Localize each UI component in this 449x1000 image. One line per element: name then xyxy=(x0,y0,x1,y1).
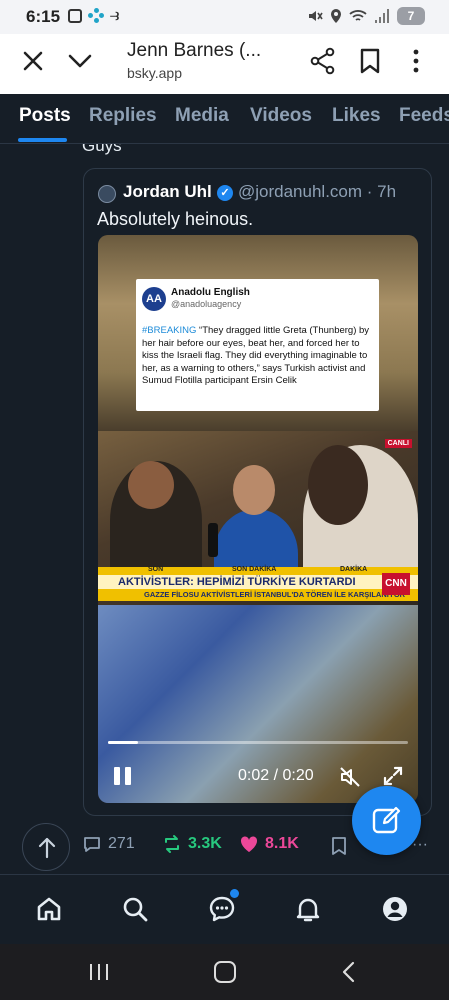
status-bar: 6:15 ⥽ 7 xyxy=(0,0,449,34)
share-icon[interactable] xyxy=(310,47,336,75)
news-broadcast-frame: CANLI SON SON DAKİKA DAKİKA AKTİVİSTLER:… xyxy=(98,431,418,605)
mute-status-icon xyxy=(309,11,323,21)
signal-icon xyxy=(375,9,389,23)
tab-likes[interactable]: Likes xyxy=(332,105,381,127)
wifi-icon xyxy=(349,10,367,21)
status-time: 6:15 xyxy=(26,7,61,26)
home-button-icon[interactable] xyxy=(214,961,236,983)
embedded-tweet-hashtag: #BREAKING xyxy=(142,325,197,336)
reply-button[interactable]: 271 xyxy=(82,834,135,854)
repost-button[interactable]: 3.3K xyxy=(162,834,222,854)
like-count: 8.1K xyxy=(265,835,299,852)
notifications-bell-icon[interactable] xyxy=(294,895,322,923)
news-subline: GAZZE FİLOSU AKTİVİSTLERİ İSTANBUL'DA TÖ… xyxy=(98,589,418,601)
link-notification-icon: ⥽ xyxy=(110,7,120,24)
quoted-post-text: Absolutely heinous. xyxy=(97,209,254,229)
bookmark-icon[interactable] xyxy=(358,47,382,75)
verified-badge-icon: ✓ xyxy=(217,185,233,201)
reply-icon xyxy=(84,837,100,852)
search-icon[interactable] xyxy=(121,895,149,923)
embedded-tweet-text: #BREAKING “They dragged little Greta (Th… xyxy=(142,325,378,388)
post-feed: Guys Jordan Uhl ✓ @jordanuhl.com · 7h Ab… xyxy=(0,144,449,874)
status-system-icons: 7 xyxy=(307,7,425,25)
scroll-to-top-button[interactable] xyxy=(22,823,70,871)
page-url: bsky.app xyxy=(127,65,182,81)
reply-count: 271 xyxy=(108,835,135,852)
back-icon[interactable] xyxy=(340,960,358,984)
quoted-post[interactable]: Jordan Uhl ✓ @jordanuhl.com · 7h Absolut… xyxy=(83,168,432,816)
arrow-up-icon xyxy=(38,837,56,859)
bottom-navigation xyxy=(0,874,449,944)
tab-replies[interactable]: Replies xyxy=(89,105,157,127)
active-tab-indicator xyxy=(18,138,67,142)
news-strip: SON SON DAKİKA DAKİKA xyxy=(98,566,418,575)
location-icon xyxy=(331,9,341,23)
post-text: Guys xyxy=(82,144,122,155)
repost-icon xyxy=(165,835,179,853)
android-navigation-bar xyxy=(0,944,449,1000)
profile-icon[interactable] xyxy=(381,895,409,923)
battery-icon: 7 xyxy=(397,7,425,25)
person-head xyxy=(128,461,174,509)
bluesky-notification-icon xyxy=(88,8,104,24)
tab-media[interactable]: Media xyxy=(175,105,229,127)
mute-icon[interactable] xyxy=(338,765,362,789)
video-player[interactable]: AA Anadolu English @anadoluagency #BREAK… xyxy=(98,235,418,803)
compose-icon xyxy=(372,806,401,834)
news-strip-label: DAKİKA xyxy=(340,566,368,573)
embedded-tweet-screenshot: AA Anadolu English @anadoluagency #BREAK… xyxy=(136,279,379,411)
video-frame-top: AA Anadolu English @anadoluagency #BREAK… xyxy=(98,235,418,431)
messages-unread-badge xyxy=(230,889,239,898)
embedded-tweet-handle: @anadoluagency xyxy=(171,299,242,309)
embedded-tweet-name: Anadolu English xyxy=(171,287,250,298)
tab-videos[interactable]: Videos xyxy=(250,105,312,127)
more-vertical-icon[interactable] xyxy=(406,47,426,75)
repost-count: 3.3K xyxy=(188,835,222,852)
close-icon[interactable] xyxy=(20,48,46,74)
profile-tabs: Posts Replies Media Videos Likes Feeds xyxy=(0,94,449,144)
video-progress-fill xyxy=(108,741,138,744)
pause-icon[interactable] xyxy=(114,767,134,787)
live-badge: CANLI xyxy=(384,439,412,448)
news-headline: AKTİVİSTLER: HEPİMİZİ TÜRKİYE KURTARDI xyxy=(98,575,418,589)
reporter-hair xyxy=(308,445,368,525)
status-notification-icons: ⥽ xyxy=(68,8,119,24)
recent-apps-icon[interactable] xyxy=(88,962,110,982)
cnn-turk-logo: CNN xyxy=(382,573,410,595)
bookmark-post-icon[interactable] xyxy=(331,836,347,856)
fullscreen-icon[interactable] xyxy=(382,765,404,787)
tab-posts[interactable]: Posts xyxy=(19,105,71,127)
quoted-author-handle: @jordanuhl.com · 7h xyxy=(238,182,397,201)
custom-tab-toolbar: Jenn Barnes (... bsky.app xyxy=(0,34,449,94)
notification-app-icon xyxy=(68,9,82,23)
video-time: 0:02 / 0:20 xyxy=(238,767,314,784)
compose-button[interactable] xyxy=(352,786,421,855)
person-head xyxy=(233,465,275,515)
page-title: Jenn Barnes (... xyxy=(127,40,262,61)
microphone xyxy=(208,523,218,557)
chevron-down-icon[interactable] xyxy=(66,48,94,74)
news-strip-label: SON DAKİKA xyxy=(232,566,277,573)
messages-icon[interactable] xyxy=(208,895,236,923)
video-progress-track[interactable] xyxy=(108,741,408,744)
anadolu-logo: AA xyxy=(142,287,166,311)
news-strip-label: SON xyxy=(148,566,164,573)
avatar[interactable] xyxy=(98,185,116,203)
heart-icon xyxy=(240,836,258,852)
home-icon[interactable] xyxy=(35,895,63,923)
like-button[interactable]: 8.1K xyxy=(239,834,299,854)
tab-feeds[interactable]: Feeds xyxy=(399,105,449,127)
quoted-author-name[interactable]: Jordan Uhl xyxy=(123,182,212,202)
